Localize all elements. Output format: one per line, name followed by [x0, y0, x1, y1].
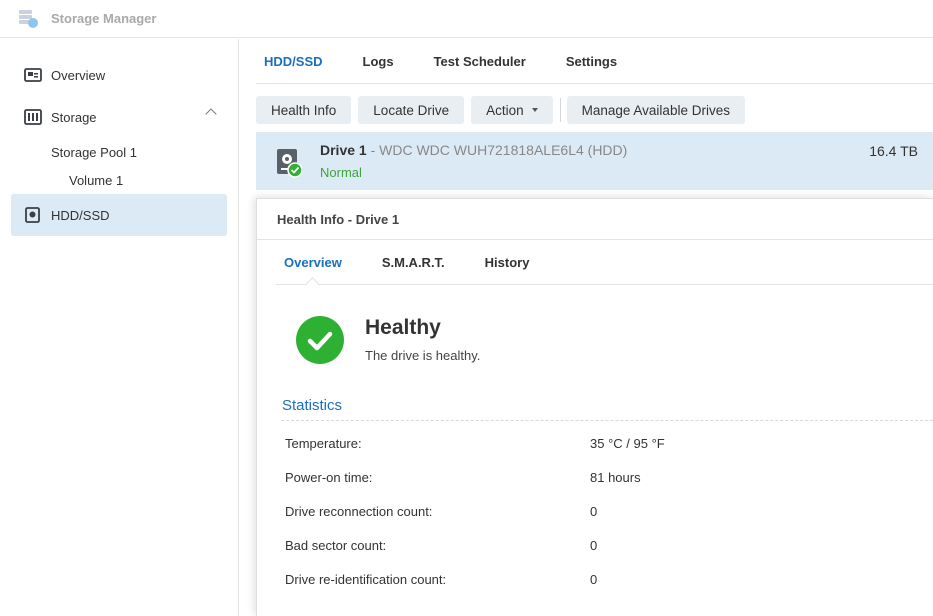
storage-icon: [24, 109, 42, 125]
stat-label: Bad sector count:: [285, 538, 387, 553]
sidebar-item-volume[interactable]: Volume 1: [69, 173, 123, 188]
storage-manager-icon: [17, 8, 39, 30]
stat-value: 0: [590, 572, 598, 587]
stat-label: Power-on time:: [285, 470, 373, 485]
drive-title: Drive 1: [320, 142, 367, 158]
stat-value: 35 °C / 95 °F: [590, 436, 665, 451]
title-bar: Storage Manager: [0, 0, 933, 38]
stat-label: Drive re-identification count:: [285, 572, 447, 587]
chevron-up-icon[interactable]: [205, 108, 217, 120]
sidebar-item-label: Storage: [51, 109, 97, 125]
action-label: Action: [486, 102, 524, 118]
health-info-dialog: Health Info - Drive 1 Overview S.M.A.R.T…: [256, 198, 933, 616]
stat-value: 0: [590, 504, 598, 519]
drive-model: - WDC WDC WUH721818ALE6L4 (HDD): [366, 142, 628, 158]
drive-row[interactable]: Drive 1 - WDC WDC WUH721818ALE6L4 (HDD) …: [256, 132, 933, 190]
hdd-icon: [24, 207, 42, 223]
overview-icon: [24, 67, 42, 83]
health-status-description: The drive is healthy.: [365, 348, 481, 363]
sidebar-item-label: Overview: [51, 67, 106, 83]
stat-label: Temperature:: [285, 436, 362, 451]
sidebar-item-overview[interactable]: Overview: [11, 54, 227, 96]
drive-size: 16.4 TB: [869, 143, 918, 159]
tab-test-scheduler[interactable]: Test Scheduler: [426, 54, 534, 69]
tab-settings[interactable]: Settings: [558, 54, 625, 69]
dialog-title: Health Info - Drive 1: [277, 212, 400, 227]
action-button[interactable]: Action: [471, 96, 553, 124]
hdd-status-icon: [276, 148, 303, 178]
locate-drive-button[interactable]: Locate Drive: [358, 96, 465, 124]
stat-value: 0: [590, 538, 598, 553]
locate-drive-label: Locate Drive: [373, 102, 450, 118]
sidebar-item-storage[interactable]: Storage: [11, 96, 227, 138]
stat-value: 81 hours: [590, 470, 641, 485]
statistics-title: Statistics: [282, 397, 343, 414]
health-info-button[interactable]: Health Info: [256, 96, 352, 124]
tab-smart[interactable]: S.M.A.R.T.: [374, 255, 453, 270]
tab-logs[interactable]: Logs: [355, 54, 402, 69]
health-status-title: Healthy: [365, 316, 441, 339]
app-title: Storage Manager: [51, 11, 157, 26]
statistics-divider: [281, 420, 933, 421]
tab-overview[interactable]: Overview: [276, 255, 350, 270]
drive-name: Drive 1 - WDC WDC WUH721818ALE6L4 (HDD): [320, 142, 627, 158]
tab-history[interactable]: History: [477, 255, 538, 270]
manage-drives-label: Manage Available Drives: [581, 102, 730, 118]
sidebar-item-label: HDD/SSD: [51, 207, 110, 223]
manage-available-drives-button[interactable]: Manage Available Drives: [566, 96, 745, 124]
drive-status: Normal: [320, 165, 362, 180]
main-tabs: HDD/SSD Logs Test Scheduler Settings: [256, 39, 933, 84]
health-info-label: Health Info: [271, 102, 337, 118]
sidebar-item-storage-pool[interactable]: Storage Pool 1: [51, 145, 137, 160]
dialog-tabs: Overview S.M.A.R.T. History: [276, 240, 933, 285]
tab-hdd-ssd[interactable]: HDD/SSD: [256, 54, 331, 69]
toolbar: Health Info Locate Drive Action Manage A…: [256, 96, 752, 124]
caret-down-icon: [531, 108, 538, 112]
healthy-check-icon: [296, 316, 344, 364]
stat-label: Drive reconnection count:: [285, 504, 433, 519]
toolbar-divider: [559, 98, 561, 122]
sidebar-item-hdd-ssd[interactable]: HDD/SSD: [11, 194, 227, 236]
sidebar: Overview Storage Storage Pool 1 Volume 1…: [0, 39, 239, 616]
